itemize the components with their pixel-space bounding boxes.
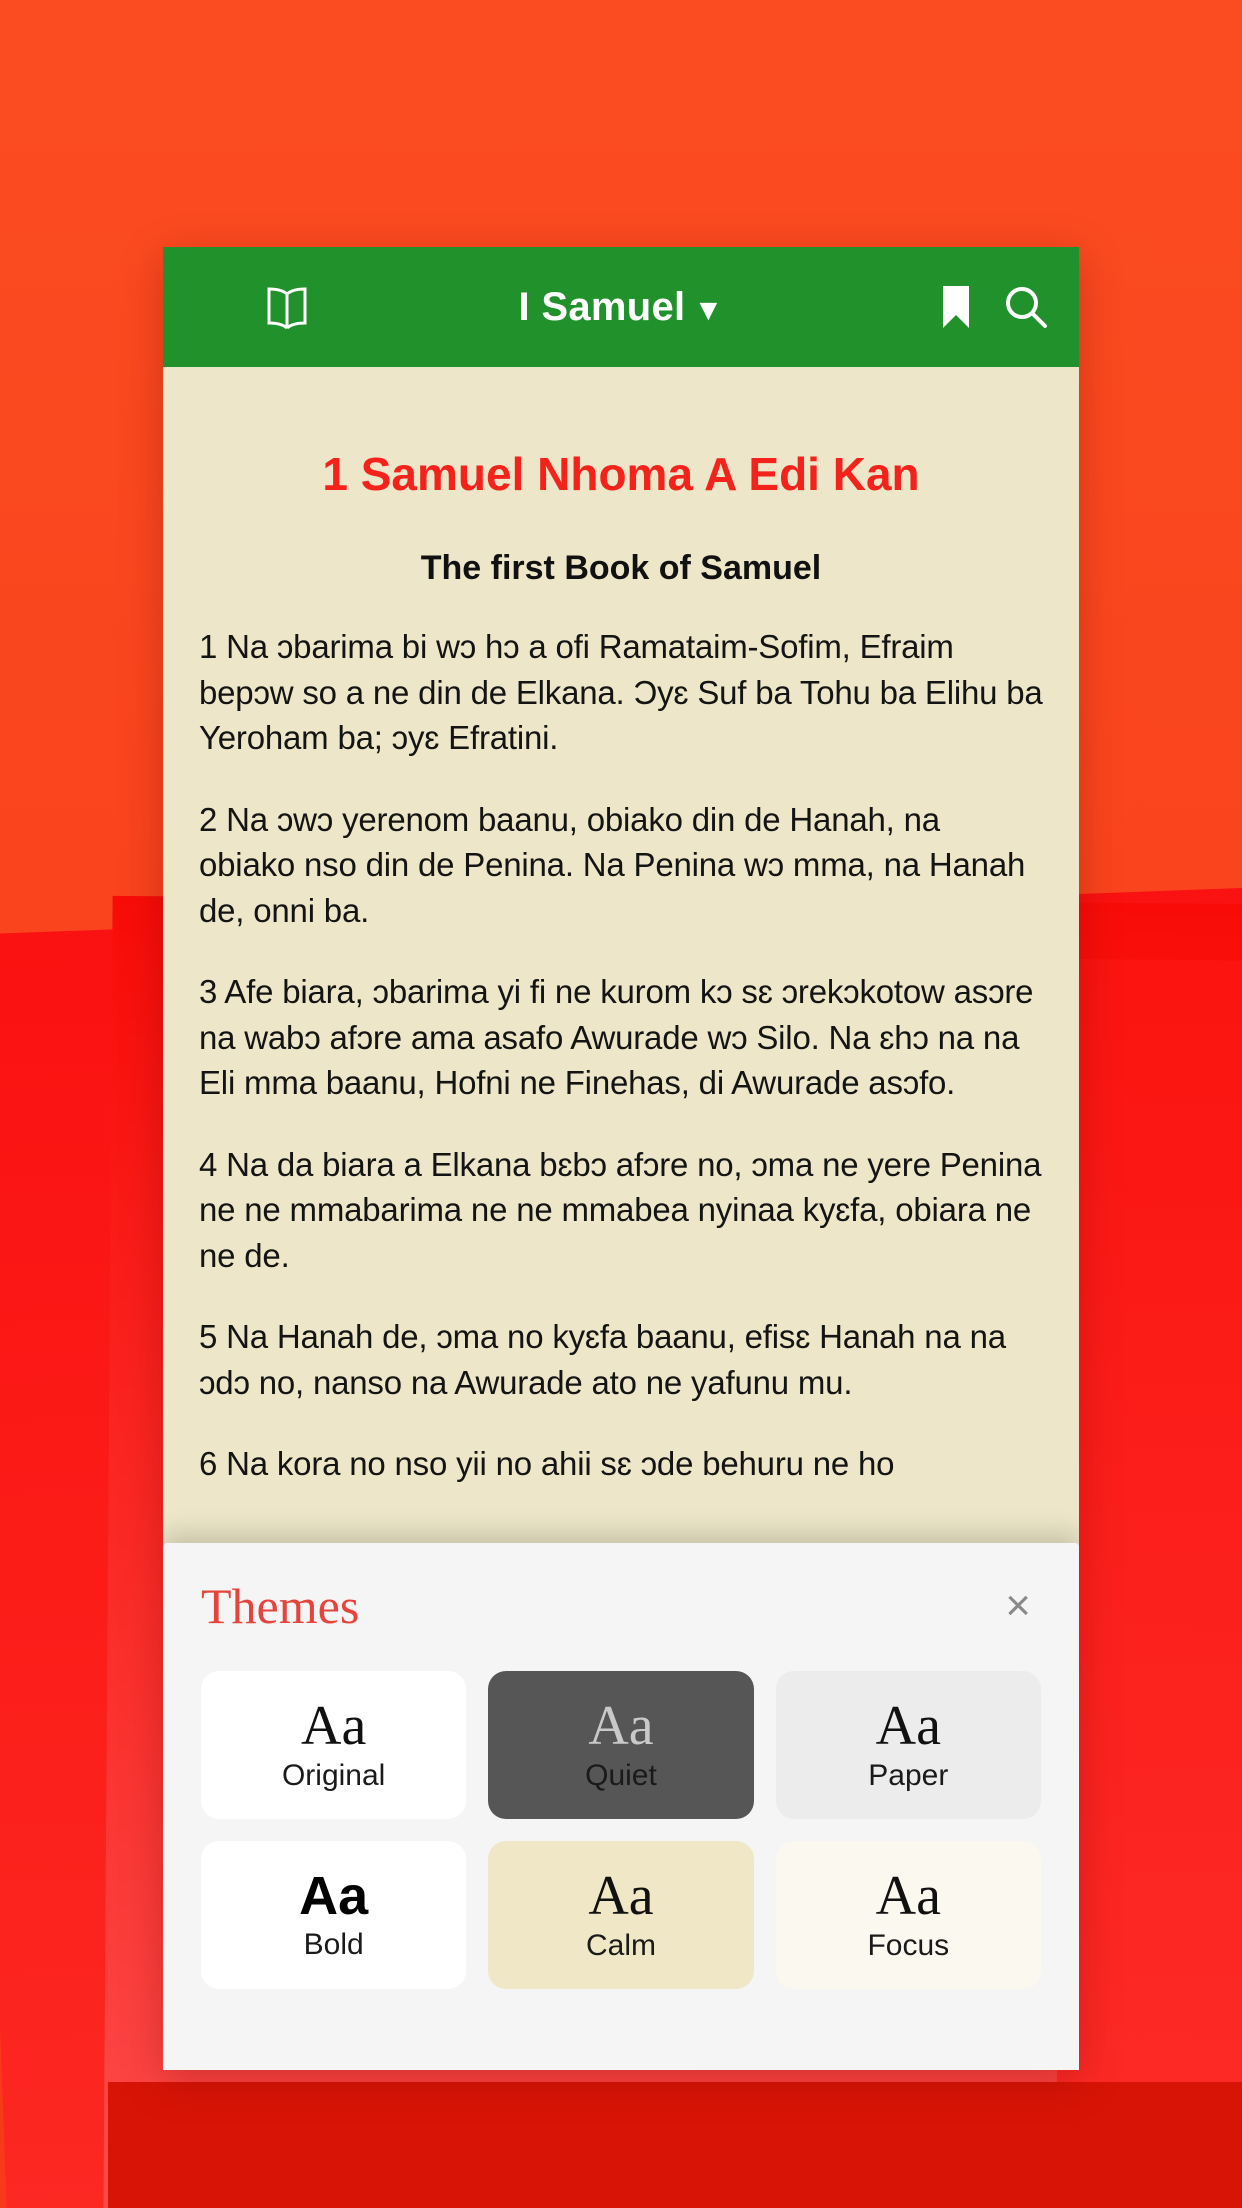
theme-label: Original xyxy=(281,1759,386,1793)
themes-grid: Aa Original Aa Quiet Aa Paper Aa Bold Aa xyxy=(201,1671,1041,1989)
theme-label: Paper xyxy=(868,1759,949,1793)
theme-sample-text: Aa xyxy=(301,1694,367,1757)
topbar-right-actions xyxy=(939,284,1049,330)
themes-sheet-header: Themes × xyxy=(201,1577,1041,1635)
verse-paragraph: 6 Na kora no nso yii no ahii sɛ ɔde behu… xyxy=(199,1445,895,1483)
theme-label: Bold xyxy=(303,1928,364,1962)
theme-sample-text: Aa xyxy=(875,1694,941,1757)
hamburger-menu-icon[interactable] xyxy=(193,289,237,325)
theme-card-calm[interactable]: Aa Calm xyxy=(488,1841,754,1989)
chapter-subtitle: The first Book of Samuel xyxy=(420,549,822,587)
chapter-title: 1 Samuel Nhoma A Edi Kan xyxy=(322,448,920,500)
verse-paragraph: 2 Na ɔwɔ yerenom baanu, obiako din de Ha… xyxy=(199,800,1026,929)
theme-card-original[interactable]: Aa Original xyxy=(201,1671,467,1819)
themes-bottom-sheet: Themes × Aa Original Aa Quiet Aa Paper A… xyxy=(163,1543,1079,2070)
app-window: I Samuel ▼ 1 Samuel Nhoma A Edi Kan The f… xyxy=(163,247,1079,2070)
verse-paragraph: 5 Na Hanah de, ɔma no kyɛfa baanu, efisɛ… xyxy=(199,1318,1006,1401)
open-book-icon[interactable] xyxy=(263,285,311,329)
theme-sample-text: Aa xyxy=(875,1864,941,1927)
verse-paragraph: 3 Afe biara, ɔbarima yi fi ne kurom kɔ s… xyxy=(199,973,1034,1102)
themes-title: Themes xyxy=(201,1578,360,1634)
theme-card-paper[interactable]: Aa Paper xyxy=(775,1671,1041,1819)
reading-pane[interactable]: 1 Samuel Nhoma A Edi Kan The first Book … xyxy=(163,367,1079,2070)
backdrop-shape-right xyxy=(1055,958,1242,2208)
theme-label: Calm xyxy=(585,1929,656,1963)
chevron-down-icon: ▼ xyxy=(693,293,724,327)
bookmark-icon[interactable] xyxy=(939,284,973,330)
theme-card-focus[interactable]: Aa Focus xyxy=(775,1841,1041,1989)
theme-card-bold[interactable]: Aa Bold xyxy=(201,1841,467,1989)
verse-paragraph: 1 Na ɔbarima bi wɔ hɔ a ofi Ramataim-Sof… xyxy=(199,628,1043,757)
search-icon[interactable] xyxy=(1003,284,1049,330)
theme-sample-text: Aa xyxy=(588,1864,654,1927)
book-name-label: I Samuel xyxy=(518,284,686,329)
top-app-bar: I Samuel ▼ xyxy=(163,247,1079,367)
theme-label: Quiet xyxy=(585,1759,657,1793)
verse-paragraph: 4 Na da biara a Elkana bɛbɔ afɔre no, ɔm… xyxy=(199,1145,1042,1274)
theme-sample-text: Aa xyxy=(299,1865,369,1926)
close-icon[interactable]: × xyxy=(995,1580,1041,1632)
theme-label: Focus xyxy=(867,1929,950,1963)
theme-sample-text: Aa xyxy=(588,1694,654,1757)
theme-card-quiet[interactable]: Aa Quiet xyxy=(488,1671,754,1819)
backdrop-bottom-band xyxy=(108,2082,1242,2208)
topbar-left-actions xyxy=(193,285,311,329)
